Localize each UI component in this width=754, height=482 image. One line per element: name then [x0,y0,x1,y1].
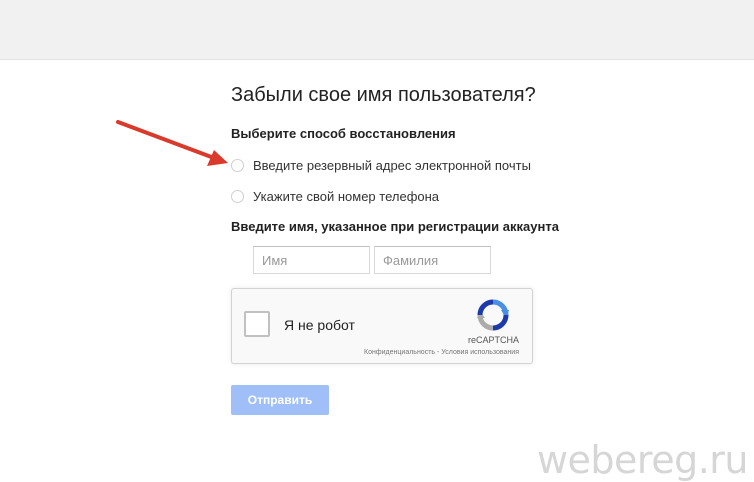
recaptcha-label: Я не робот [284,317,355,333]
recaptcha-terms-link[interactable]: Условия использования [441,349,519,356]
last-name-input[interactable] [374,246,491,274]
radio-label-email: Введите резервный адрес электронной почт… [253,157,531,173]
page-title: Забыли свое имя пользователя? [231,84,536,106]
recaptcha-links: Конфиденциальность - Условия использован… [364,349,519,356]
recovery-method-label: Выберите способ восстановления [231,126,456,141]
radio-button-phone[interactable] [231,189,244,203]
red-annotation-arrow-icon [116,120,228,166]
recaptcha-widget: Я не робот reCAPTCHA Конфиденциальность … [231,288,533,364]
watermark-text: webereg.ru [536,438,749,482]
recaptcha-checkbox[interactable] [244,311,270,337]
name-section-label: Введите имя, указанное при регистрации а… [231,219,559,234]
recaptcha-brand: reCAPTCHA [467,335,519,345]
first-name-input[interactable] [253,246,370,274]
radio-label-phone: Укажите свой номер телефона [253,188,440,204]
radio-option-email[interactable]: Введите резервный адрес электронной почт… [231,156,531,174]
recaptcha-logo-icon [477,299,509,331]
radio-option-phone[interactable]: Укажите свой номер телефона [231,187,439,205]
top-bar [0,0,754,60]
submit-button[interactable]: Отправить [231,385,329,415]
recaptcha-privacy-link[interactable]: Конфиденциальность [364,349,435,356]
